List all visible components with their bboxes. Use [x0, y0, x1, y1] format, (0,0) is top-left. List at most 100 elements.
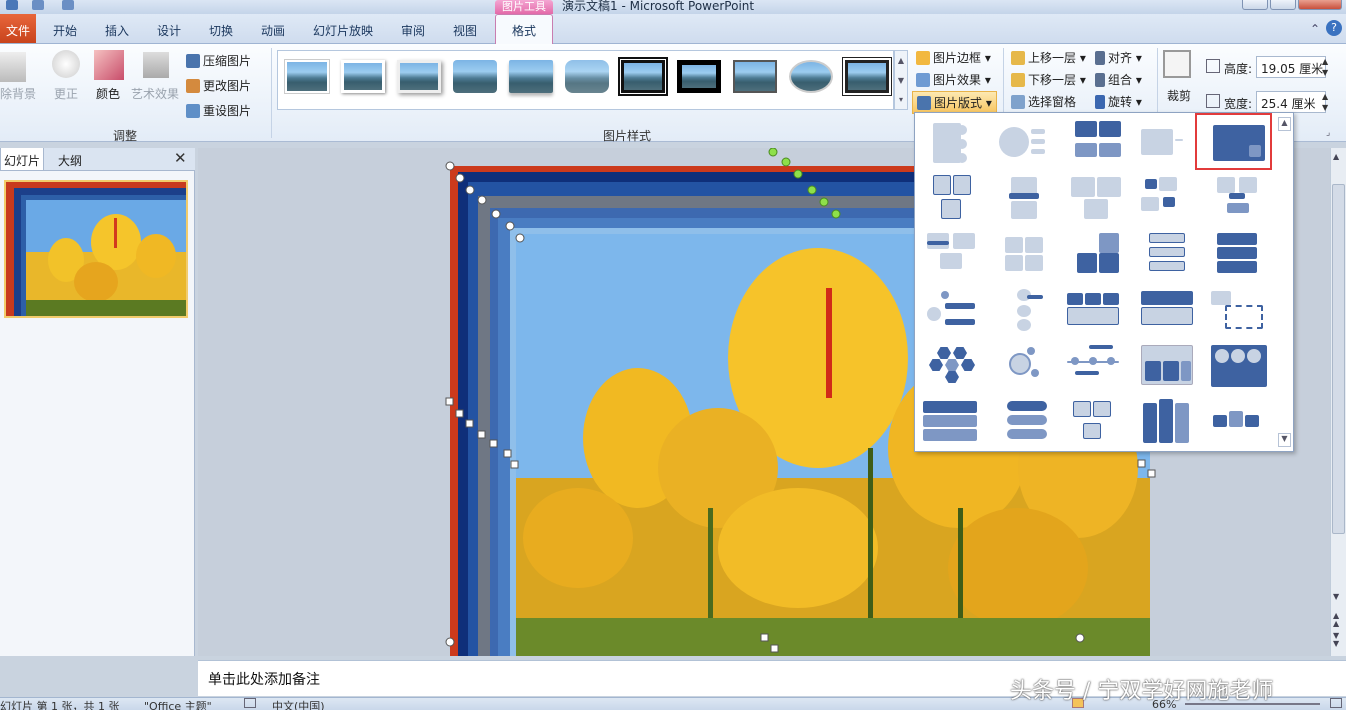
- align-button[interactable]: 对齐 ▾: [1095, 49, 1142, 66]
- layout-option[interactable]: [1065, 399, 1121, 445]
- next-slide-icon[interactable]: ▼ ▼: [1333, 632, 1339, 648]
- style-thumb[interactable]: [789, 60, 833, 93]
- rotate-handle[interactable]: [807, 185, 817, 195]
- slide-thumbnail[interactable]: [4, 180, 188, 318]
- redo-icon[interactable]: [62, 0, 74, 10]
- reset-picture-button[interactable]: 重设图片: [186, 102, 251, 119]
- tab-slideshow[interactable]: 幻灯片放映: [313, 22, 373, 39]
- scroll-up-icon[interactable]: ▲: [1333, 152, 1339, 161]
- picture-styles-gallery[interactable]: [277, 50, 894, 110]
- layout-option[interactable]: [923, 399, 979, 445]
- rotate-handle[interactable]: [819, 197, 829, 207]
- rotate-handle[interactable]: [768, 147, 778, 157]
- layout-option[interactable]: [997, 399, 1053, 445]
- picture-layout-gallery[interactable]: ▲ ▼: [914, 112, 1294, 452]
- layout-option[interactable]: [927, 119, 983, 165]
- tab-review[interactable]: 审阅: [401, 22, 425, 39]
- gallery-scroll-down-icon[interactable]: ▼: [1278, 433, 1291, 447]
- layout-option[interactable]: [927, 287, 983, 333]
- layout-option[interactable]: [1137, 119, 1193, 165]
- tab-outline[interactable]: 大纲: [58, 152, 82, 169]
- layout-option[interactable]: [1209, 287, 1265, 333]
- layout-option[interactable]: [1137, 287, 1193, 333]
- compress-pictures-button[interactable]: 压缩图片: [186, 52, 251, 69]
- layout-option[interactable]: [1209, 343, 1267, 389]
- layout-option[interactable]: [1137, 343, 1193, 389]
- resize-handle[interactable]: [1137, 459, 1146, 468]
- resize-handle[interactable]: [465, 185, 475, 195]
- gallery-scroll[interactable]: ▲ ▼ ▾: [894, 50, 908, 110]
- resize-handle[interactable]: [760, 633, 769, 642]
- chevron-up-icon[interactable]: ▲: [895, 51, 907, 71]
- minimize-button[interactable]: [1242, 0, 1268, 10]
- picture-border-button[interactable]: 图片边框 ▾: [916, 49, 991, 66]
- layout-option[interactable]: [1137, 231, 1193, 277]
- layout-option[interactable]: [1069, 175, 1125, 221]
- resize-handle[interactable]: [770, 644, 779, 653]
- layout-option[interactable]: [1137, 175, 1193, 221]
- corrections-button[interactable]: 更正: [54, 85, 78, 102]
- remove-background-icon[interactable]: [0, 52, 26, 82]
- tab-home[interactable]: 开始: [53, 22, 77, 39]
- resize-handle[interactable]: [445, 397, 454, 406]
- selection-pane-button[interactable]: 选择窗格: [1011, 93, 1076, 110]
- layout-option[interactable]: [1065, 343, 1121, 389]
- layout-option[interactable]: [1069, 231, 1125, 277]
- tab-design[interactable]: 设计: [157, 22, 181, 39]
- tab-slides[interactable]: 幻灯片: [0, 148, 44, 171]
- color-icon[interactable]: [94, 50, 124, 80]
- rotate-handle[interactable]: [793, 169, 803, 179]
- color-button[interactable]: 颜色: [96, 85, 120, 102]
- resize-handle[interactable]: [445, 161, 455, 171]
- remove-background-button[interactable]: 除背景: [0, 85, 36, 102]
- minimize-ribbon-icon[interactable]: ⌃: [1310, 22, 1322, 36]
- height-spinner[interactable]: ▲ ▼: [1322, 56, 1328, 78]
- layout-option[interactable]: [997, 231, 1053, 277]
- rotate-button[interactable]: 旋转 ▾: [1095, 93, 1142, 110]
- tab-view[interactable]: 视图: [453, 22, 477, 39]
- gallery-scroll-up-icon[interactable]: ▲: [1278, 117, 1291, 131]
- style-thumb[interactable]: [618, 57, 668, 96]
- vertical-scrollbar[interactable]: ▲ ▼ ▲ ▲ ▼ ▼: [1330, 148, 1346, 656]
- tab-animations[interactable]: 动画: [261, 22, 285, 39]
- close-window-button[interactable]: [1298, 0, 1342, 10]
- group-button[interactable]: 组合 ▾: [1095, 71, 1142, 88]
- layout-option[interactable]: [997, 343, 1053, 389]
- layout-option[interactable]: [927, 175, 983, 221]
- resize-handle[interactable]: [1147, 469, 1156, 478]
- more-icon[interactable]: ▾: [895, 91, 907, 109]
- tab-insert[interactable]: 插入: [105, 22, 129, 39]
- layout-option[interactable]: [1209, 231, 1265, 277]
- close-icon[interactable]: ✕: [174, 149, 187, 167]
- rotate-handle[interactable]: [831, 209, 841, 219]
- scroll-thumb[interactable]: [1332, 184, 1345, 534]
- resize-handle[interactable]: [477, 195, 487, 205]
- save-icon[interactable]: [6, 0, 18, 10]
- style-thumb[interactable]: [509, 60, 553, 93]
- layout-option[interactable]: [1069, 119, 1125, 165]
- style-thumb[interactable]: [285, 60, 329, 93]
- bring-forward-button[interactable]: 上移一层 ▾: [1011, 49, 1086, 66]
- layout-option[interactable]: [1209, 175, 1265, 221]
- style-thumb[interactable]: [397, 60, 441, 93]
- undo-icon[interactable]: [32, 0, 44, 10]
- style-thumb[interactable]: [453, 60, 497, 93]
- rotate-handle[interactable]: [781, 157, 791, 167]
- layout-option[interactable]: [1137, 399, 1193, 445]
- resize-handle[interactable]: [455, 173, 465, 183]
- resize-handle[interactable]: [445, 637, 455, 647]
- style-thumb[interactable]: [677, 60, 721, 93]
- resize-handle[interactable]: [515, 233, 525, 243]
- layout-option[interactable]: [1209, 399, 1265, 445]
- scroll-down-icon[interactable]: ▼: [1333, 592, 1339, 601]
- layout-option[interactable]: [997, 119, 1053, 165]
- resize-handle[interactable]: [505, 221, 515, 231]
- resize-handle[interactable]: [477, 430, 486, 439]
- tab-format[interactable]: 格式: [495, 14, 553, 44]
- picture-layout-button[interactable]: 图片版式 ▾: [912, 91, 997, 114]
- resize-handle[interactable]: [489, 439, 498, 448]
- resize-handle[interactable]: [491, 209, 501, 219]
- spellcheck-icon[interactable]: [244, 698, 256, 708]
- layout-option[interactable]: [997, 287, 1053, 333]
- corrections-icon[interactable]: [52, 50, 80, 78]
